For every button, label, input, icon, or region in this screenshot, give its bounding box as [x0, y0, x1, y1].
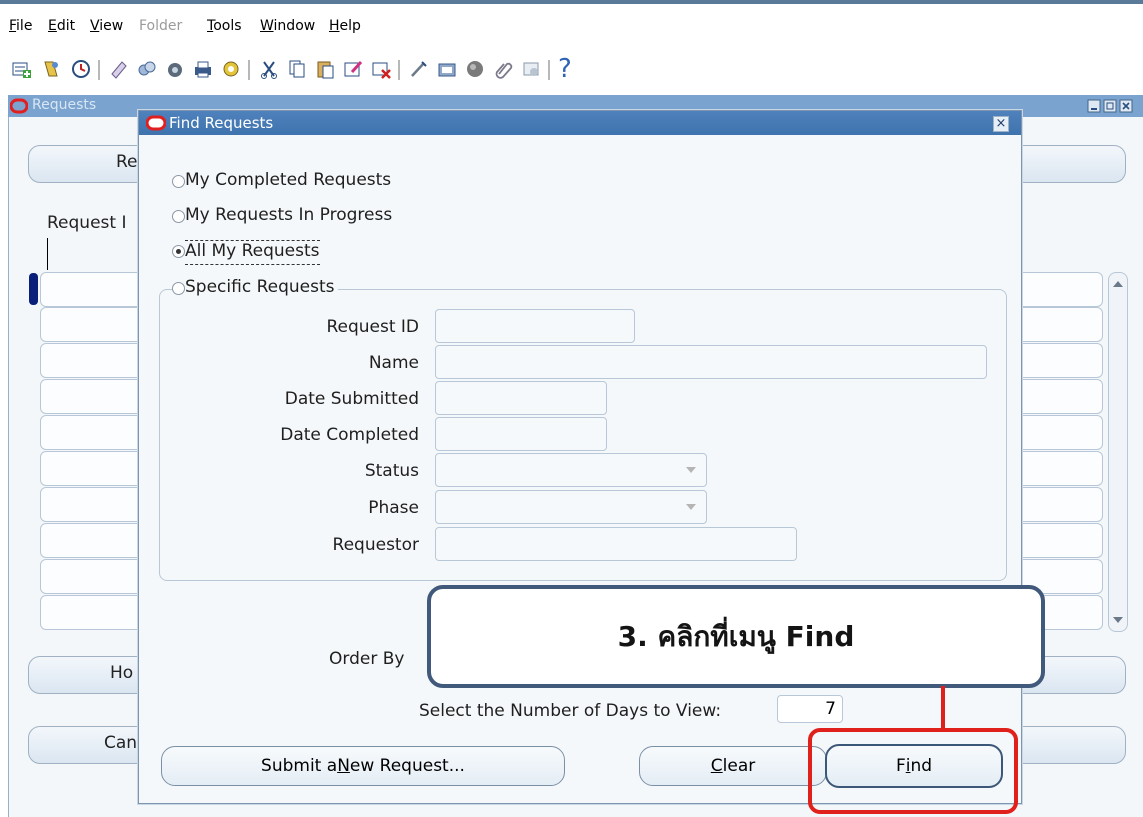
copy-icon[interactable]	[286, 58, 308, 80]
date-completed-label: Date Completed	[280, 425, 419, 445]
refresh-icon[interactable]	[220, 58, 242, 80]
cut-icon[interactable]	[258, 58, 280, 80]
toolbar: ?	[0, 52, 1143, 86]
oracle-logo-icon	[146, 115, 166, 131]
toolbar-separator	[98, 60, 100, 80]
attachments-icon[interactable]	[408, 58, 430, 80]
globe-icon[interactable]	[464, 58, 486, 80]
dialog-titlebar: Find Requests ×	[139, 111, 1021, 135]
folder-tools-icon[interactable]	[436, 58, 458, 80]
phase-label: Phase	[368, 498, 419, 518]
refresh-button-label: Re	[116, 152, 138, 172]
menu-tools[interactable]: Tools	[207, 18, 242, 34]
customize-icon[interactable]	[520, 58, 542, 80]
radio-my-completed[interactable]	[172, 175, 185, 188]
paste-icon[interactable]	[314, 58, 336, 80]
translate-icon[interactable]	[164, 58, 186, 80]
request-id-input[interactable]	[435, 309, 635, 343]
navigate-icon[interactable]	[40, 58, 62, 80]
column-cursor	[47, 238, 48, 270]
save-icon[interactable]	[108, 58, 130, 80]
zoom-icon[interactable]	[70, 58, 92, 80]
requests-window-title: Requests	[32, 97, 97, 113]
vertical-scrollbar[interactable]	[1108, 272, 1128, 632]
menu-window[interactable]: Window	[260, 18, 315, 34]
window-top-border	[0, 0, 1143, 4]
oracle-logo-icon	[10, 98, 28, 114]
scroll-up-icon[interactable]	[1113, 281, 1123, 287]
menu-help[interactable]: Help	[329, 18, 361, 34]
menu-bar: File Edit View Folder Tools Window Help	[0, 18, 1143, 42]
current-record-indicator	[29, 273, 38, 305]
paperclip-icon[interactable]	[492, 58, 514, 80]
order-by-label: Order By	[329, 649, 405, 669]
radio-specific-requests[interactable]	[172, 282, 185, 295]
option-my-completed-label: My Completed Requests	[185, 170, 392, 190]
requestor-input[interactable]	[435, 527, 797, 561]
clear-record-icon[interactable]	[370, 58, 392, 80]
date-submitted-input[interactable]	[435, 381, 607, 415]
dialog-title: Find Requests	[169, 114, 274, 132]
request-id-column-header: Request I	[47, 213, 127, 233]
menu-edit[interactable]: Edit	[48, 18, 75, 34]
instruction-callout: 3. คลิกที่เมนู Find	[427, 585, 1045, 688]
find-button-highlight	[808, 728, 1018, 814]
print-icon[interactable]	[192, 58, 214, 80]
callout-connector-line	[941, 686, 945, 730]
cancel-button-label: Can	[104, 733, 138, 753]
radio-in-progress[interactable]	[172, 210, 185, 223]
phase-select[interactable]	[435, 490, 707, 524]
new-record-icon[interactable]	[10, 58, 32, 80]
date-submitted-label: Date Submitted	[284, 389, 419, 409]
menu-file[interactable]: File	[9, 18, 32, 34]
hold-button-label: Ho	[110, 663, 134, 683]
request-id-label: Request ID	[326, 317, 419, 337]
clear-button[interactable]: Clear	[639, 746, 827, 786]
edit-field-icon[interactable]	[342, 58, 364, 80]
submit-new-request-button[interactable]: Submit a New Request...	[161, 746, 565, 786]
date-completed-input[interactable]	[435, 417, 607, 451]
option-all-my-requests-label: All My Requests	[185, 240, 320, 265]
help-icon[interactable]: ?	[558, 54, 572, 84]
window-controls-icon[interactable]	[1086, 99, 1140, 113]
days-to-view-label: Select the Number of Days to View:	[419, 701, 722, 721]
scroll-down-icon[interactable]	[1113, 617, 1123, 623]
name-label: Name	[368, 353, 419, 373]
option-in-progress-label: My Requests In Progress	[185, 205, 393, 225]
menu-view[interactable]: View	[90, 18, 123, 34]
status-select[interactable]	[435, 453, 707, 487]
name-input[interactable]	[435, 345, 987, 379]
requestor-label: Requestor	[332, 535, 419, 555]
option-specific-requests-label: Specific Requests	[185, 277, 339, 297]
chevron-down-icon[interactable]	[686, 467, 696, 473]
find-requests-dialog: Find Requests × My Completed Requests My…	[138, 110, 1022, 804]
status-label: Status	[364, 461, 419, 481]
toolbar-separator	[548, 60, 550, 80]
close-icon[interactable]: ×	[993, 116, 1009, 132]
chevron-down-icon[interactable]	[686, 504, 696, 510]
toolbar-separator	[398, 60, 400, 80]
days-to-view-input[interactable]: 7	[777, 695, 843, 723]
switch-responsibility-icon[interactable]	[136, 58, 158, 80]
menu-folder[interactable]: Folder	[139, 18, 182, 34]
toolbar-separator	[248, 60, 250, 80]
radio-all-my-requests[interactable]	[172, 245, 185, 258]
